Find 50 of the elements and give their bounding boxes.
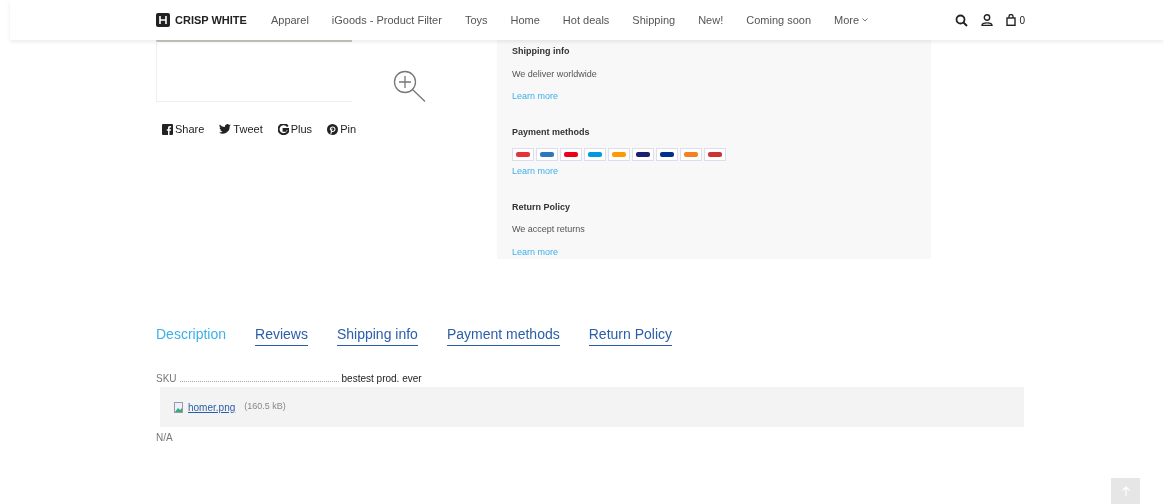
share-link[interactable]: Plus xyxy=(277,121,313,138)
payment-card-icon xyxy=(656,148,678,161)
nav-link[interactable]: Home xyxy=(510,11,540,29)
tab[interactable]: Shipping info xyxy=(336,324,418,346)
bag-icon xyxy=(1006,14,1017,26)
section-text: We accept returns xyxy=(512,223,586,236)
payment-card-icon xyxy=(584,148,606,161)
image-file-icon xyxy=(174,401,183,413)
nav-link[interactable]: Toys xyxy=(464,11,488,29)
google-icon xyxy=(277,123,289,135)
nav-link[interactable]: Coming soon xyxy=(746,11,812,29)
section-title: Shipping info xyxy=(512,45,571,58)
payment-card-icon xyxy=(560,148,582,161)
tab[interactable]: Return Policy xyxy=(588,324,672,346)
pinterest-icon xyxy=(327,123,339,135)
payment-card-icon xyxy=(680,148,702,161)
nav-link[interactable]: Shipping xyxy=(632,11,676,29)
nav-link[interactable]: More xyxy=(834,11,869,29)
arrow-up-icon xyxy=(1121,486,1130,496)
section-text: We deliver worldwide xyxy=(512,67,598,81)
sku-value: bestest prod. ever xyxy=(341,372,422,386)
nav-link[interactable]: Hot deals xyxy=(562,11,610,29)
payment-card-icon xyxy=(632,148,654,161)
nav-link[interactable]: iGoods - Product Filter xyxy=(331,11,442,29)
payment-card-icon xyxy=(536,148,558,161)
share-link[interactable]: Share xyxy=(162,121,205,138)
cart-link[interactable]: 0 xyxy=(1006,12,1025,28)
nav-link[interactable]: New! xyxy=(698,11,724,29)
share-link[interactable]: Tweet xyxy=(219,121,263,138)
chevron-down-icon xyxy=(862,18,869,22)
payment-card-icon xyxy=(704,148,726,161)
tab[interactable]: Reviews xyxy=(255,324,308,346)
file-link[interactable]: homer.png xyxy=(188,399,236,415)
note-text: N/A xyxy=(156,431,173,445)
facebook-icon xyxy=(162,123,173,135)
section-title: Payment methods xyxy=(512,125,591,139)
search-icon[interactable] xyxy=(955,13,969,27)
twitter-icon xyxy=(219,124,232,135)
logo-icon xyxy=(156,13,170,27)
section-title: Return Policy xyxy=(512,200,571,214)
sku-label: SKU xyxy=(156,372,177,386)
nav-link[interactable]: Apparel xyxy=(270,11,309,29)
file-size: (160.5 kB) xyxy=(244,400,286,414)
payment-card-icon xyxy=(608,148,630,161)
user-icon[interactable] xyxy=(981,14,994,26)
share-link[interactable]: Pin xyxy=(327,121,357,138)
logo-link[interactable]: CRISP WHITE xyxy=(156,11,247,29)
payment-card-icon xyxy=(512,148,534,161)
zoom-in-icon[interactable] xyxy=(393,70,426,102)
tab[interactable]: Payment methods xyxy=(446,324,560,346)
